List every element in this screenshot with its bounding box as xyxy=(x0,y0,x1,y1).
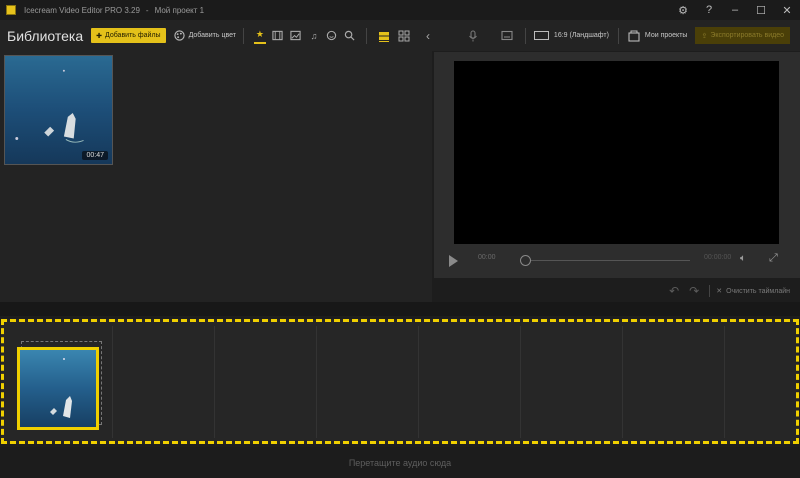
edit-divider xyxy=(709,285,711,297)
edit-actions: ↶ ↷ ✕ Очистить таймлайн xyxy=(432,280,800,302)
add-files-button[interactable]: ✚ Добавить файлы xyxy=(91,28,166,43)
microphone-icon[interactable] xyxy=(467,29,479,42)
seek-handle[interactable] xyxy=(520,255,531,266)
timeline-header-band xyxy=(0,302,800,316)
toolbar-divider xyxy=(365,27,367,44)
app-title: Icecream Video Editor PRO 3.29 xyxy=(24,5,140,15)
audio-drop-zone[interactable]: Перетащите аудио сюда xyxy=(0,447,800,478)
clip-thumbnail xyxy=(20,350,96,427)
add-color-button[interactable]: Добавить цвет xyxy=(173,30,236,41)
search-icon[interactable] xyxy=(344,30,356,42)
volume-icon[interactable]: 🔈︎ xyxy=(740,253,746,264)
main-toolbar: Библиотека ✚ Добавить файлы Добавить цве… xyxy=(0,20,800,51)
export-icon: ⇪ xyxy=(701,32,708,40)
add-files-label: Добавить файлы xyxy=(105,32,161,39)
music-filter-icon[interactable]: ♫ xyxy=(308,30,320,42)
video-thumbnail xyxy=(5,56,112,164)
image-filter-icon[interactable] xyxy=(290,30,302,42)
timeline-clip[interactable] xyxy=(17,347,99,430)
projects-icon xyxy=(628,30,640,42)
timeline-gridline xyxy=(112,326,113,438)
grid-view-icon[interactable] xyxy=(398,30,410,42)
fullscreen-icon[interactable]: ⤢ xyxy=(769,252,778,265)
total-time: 00:00:00 xyxy=(704,254,732,261)
my-projects-label: Мои проекты xyxy=(644,32,688,39)
current-time: 00:00 xyxy=(478,254,496,261)
library-title: Библиотека xyxy=(7,27,84,44)
timeline-gridline xyxy=(214,326,215,438)
library-item[interactable]: 00:47 xyxy=(4,55,113,165)
player-controls: 00:00 00:00:00 🔈︎ ⤢ xyxy=(434,250,800,270)
subtitles-icon[interactable] xyxy=(501,30,513,42)
plus-icon: ✚ xyxy=(96,32,102,40)
seek-bar[interactable] xyxy=(522,260,690,261)
aspect-ratio-button[interactable]: 16:9 (Ландшафт) xyxy=(533,31,609,40)
list-view-icon[interactable] xyxy=(378,30,390,42)
export-video-button[interactable]: ⇪ Экспортировать видео xyxy=(695,27,790,44)
help-icon[interactable]: ? xyxy=(696,4,722,16)
title-separator: - xyxy=(145,5,149,15)
toolbar-divider xyxy=(242,27,244,44)
preview-pane: 00:00 00:00:00 🔈︎ ⤢ ↶ ↷ ✕ Очистить таймл… xyxy=(432,51,800,302)
preview-card: 00:00 00:00:00 🔈︎ ⤢ xyxy=(434,52,800,278)
video-filter-icon[interactable] xyxy=(272,30,284,42)
toolbar-right-tools: 16:9 (Ландшафт) Мои проекты ⇪ Экспортиро… xyxy=(467,20,800,51)
timeline-gridline xyxy=(316,326,317,438)
favorites-star-icon[interactable]: ★ xyxy=(253,28,266,44)
my-projects-button[interactable]: Мои проекты xyxy=(628,30,688,42)
clear-timeline-button[interactable]: ✕ Очистить таймлайн xyxy=(716,287,790,296)
settings-gear-icon[interactable]: ⚙ xyxy=(670,4,696,17)
video-preview-screen[interactable] xyxy=(454,61,779,244)
window-controls: ⚙ ? – ☐ ✕ xyxy=(670,0,800,20)
project-name: Мой проект 1 xyxy=(154,5,205,15)
timeline-gridline xyxy=(418,326,419,438)
media-library: 00:47 xyxy=(0,51,432,302)
redo-icon[interactable]: ↷ xyxy=(689,284,699,298)
add-color-label: Добавить цвет xyxy=(188,32,236,39)
timeline-gridline xyxy=(520,326,521,438)
timeline-gridline xyxy=(724,326,725,438)
maximize-icon[interactable]: ☐ xyxy=(748,4,774,17)
aspect-ratio-icon xyxy=(533,31,549,40)
minimize-icon[interactable]: – xyxy=(722,4,748,16)
close-icon[interactable]: ✕ xyxy=(774,4,800,17)
play-icon[interactable] xyxy=(449,255,458,267)
export-label: Экспортировать видео xyxy=(710,32,784,39)
toolbar-divider xyxy=(617,27,619,44)
timeline-gridline xyxy=(622,326,623,438)
sticker-filter-icon[interactable] xyxy=(326,30,338,42)
clear-timeline-label: Очистить таймлайн xyxy=(726,287,790,295)
title-bar: Icecream Video Editor PRO 3.29 - Мой про… xyxy=(0,0,800,20)
audio-drop-hint: Перетащите аудио сюда xyxy=(348,457,452,468)
video-timeline[interactable] xyxy=(1,319,799,444)
toolbar-divider xyxy=(524,27,526,44)
clear-icon: ✕ xyxy=(716,288,723,295)
duration-badge: 00:47 xyxy=(82,151,108,160)
app-logo-icon xyxy=(6,5,16,15)
aspect-ratio-label: 16:9 (Ландшафт) xyxy=(553,32,609,39)
collapse-chevron-left-icon[interactable]: ‹ xyxy=(426,29,430,43)
palette-icon xyxy=(173,30,185,41)
undo-icon[interactable]: ↶ xyxy=(669,284,679,298)
